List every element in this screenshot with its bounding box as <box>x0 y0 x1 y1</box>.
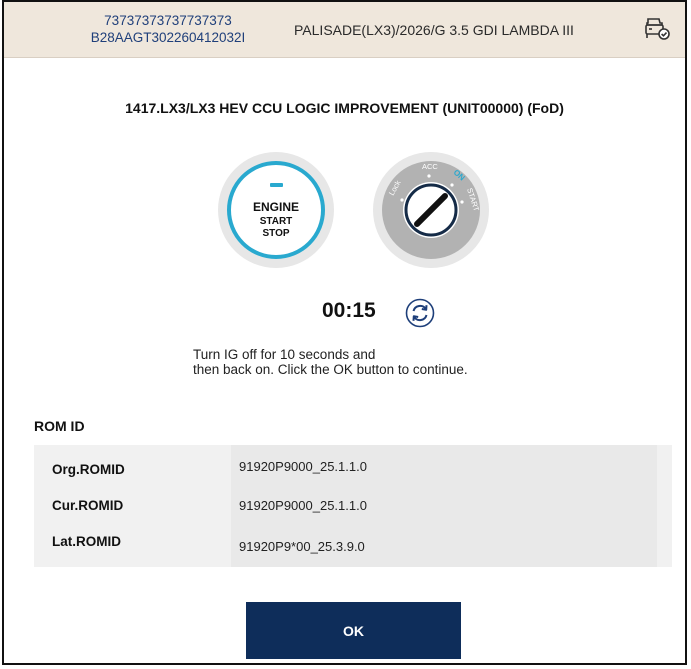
ignition-acc-label: ACC <box>422 162 438 171</box>
rom-row-label: Org.ROMID <box>52 462 125 477</box>
dialog: 73737373737737373 B28AAGT302260412032I P… <box>2 0 687 665</box>
ok-button[interactable]: OK <box>246 602 461 659</box>
refresh-icon[interactable] <box>405 298 435 328</box>
rom-row-value: 91920P9000_25.1.1.0 <box>239 459 367 474</box>
rom-row-label: Lat.ROMID <box>52 534 121 549</box>
rom-row-value: 91920P9000_25.1.1.0 <box>239 498 367 513</box>
instruction-line-2: then back on. Click the OK button to con… <box>193 362 468 377</box>
vehicle-info: PALISADE(LX3)/2026/G 3.5 GDI LAMBDA III <box>294 22 574 38</box>
vin-block: 73737373737737373 B28AAGT302260412032I <box>68 12 268 46</box>
rom-row-label: Cur.ROMID <box>52 498 124 513</box>
rom-id-heading: ROM ID <box>34 418 85 434</box>
instruction-text: Turn IG off for 10 seconds and then back… <box>193 347 468 377</box>
vin-line-2: B28AAGT302260412032I <box>90 30 246 45</box>
engine-start-stop-icon: ENGINE START STOP <box>218 152 334 268</box>
rom-id-table: Org.ROMID 91920P9000_25.1.1.0 Cur.ROMID … <box>34 445 672 567</box>
vin-line-1: 73737373737737373 <box>104 13 232 28</box>
ignition-key-icon: Lock ACC ON START <box>373 152 489 268</box>
page-title: 1417.LX3/LX3 HEV CCU LOGIC IMPROVEMENT (… <box>125 100 564 116</box>
instruction-line-1: Turn IG off for 10 seconds and <box>193 347 376 362</box>
engine-indicator <box>270 183 283 187</box>
stop-label: STOP <box>262 228 290 239</box>
rom-row-value: 91920P9*00_25.3.9.0 <box>239 539 365 554</box>
countdown-timer: 00:15 <box>322 299 376 322</box>
start-label: START <box>259 216 293 227</box>
car-check-icon[interactable] <box>643 16 671 42</box>
engine-label: ENGINE <box>252 200 299 214</box>
header-bar: 73737373737737373 B28AAGT302260412032I P… <box>4 2 685 58</box>
